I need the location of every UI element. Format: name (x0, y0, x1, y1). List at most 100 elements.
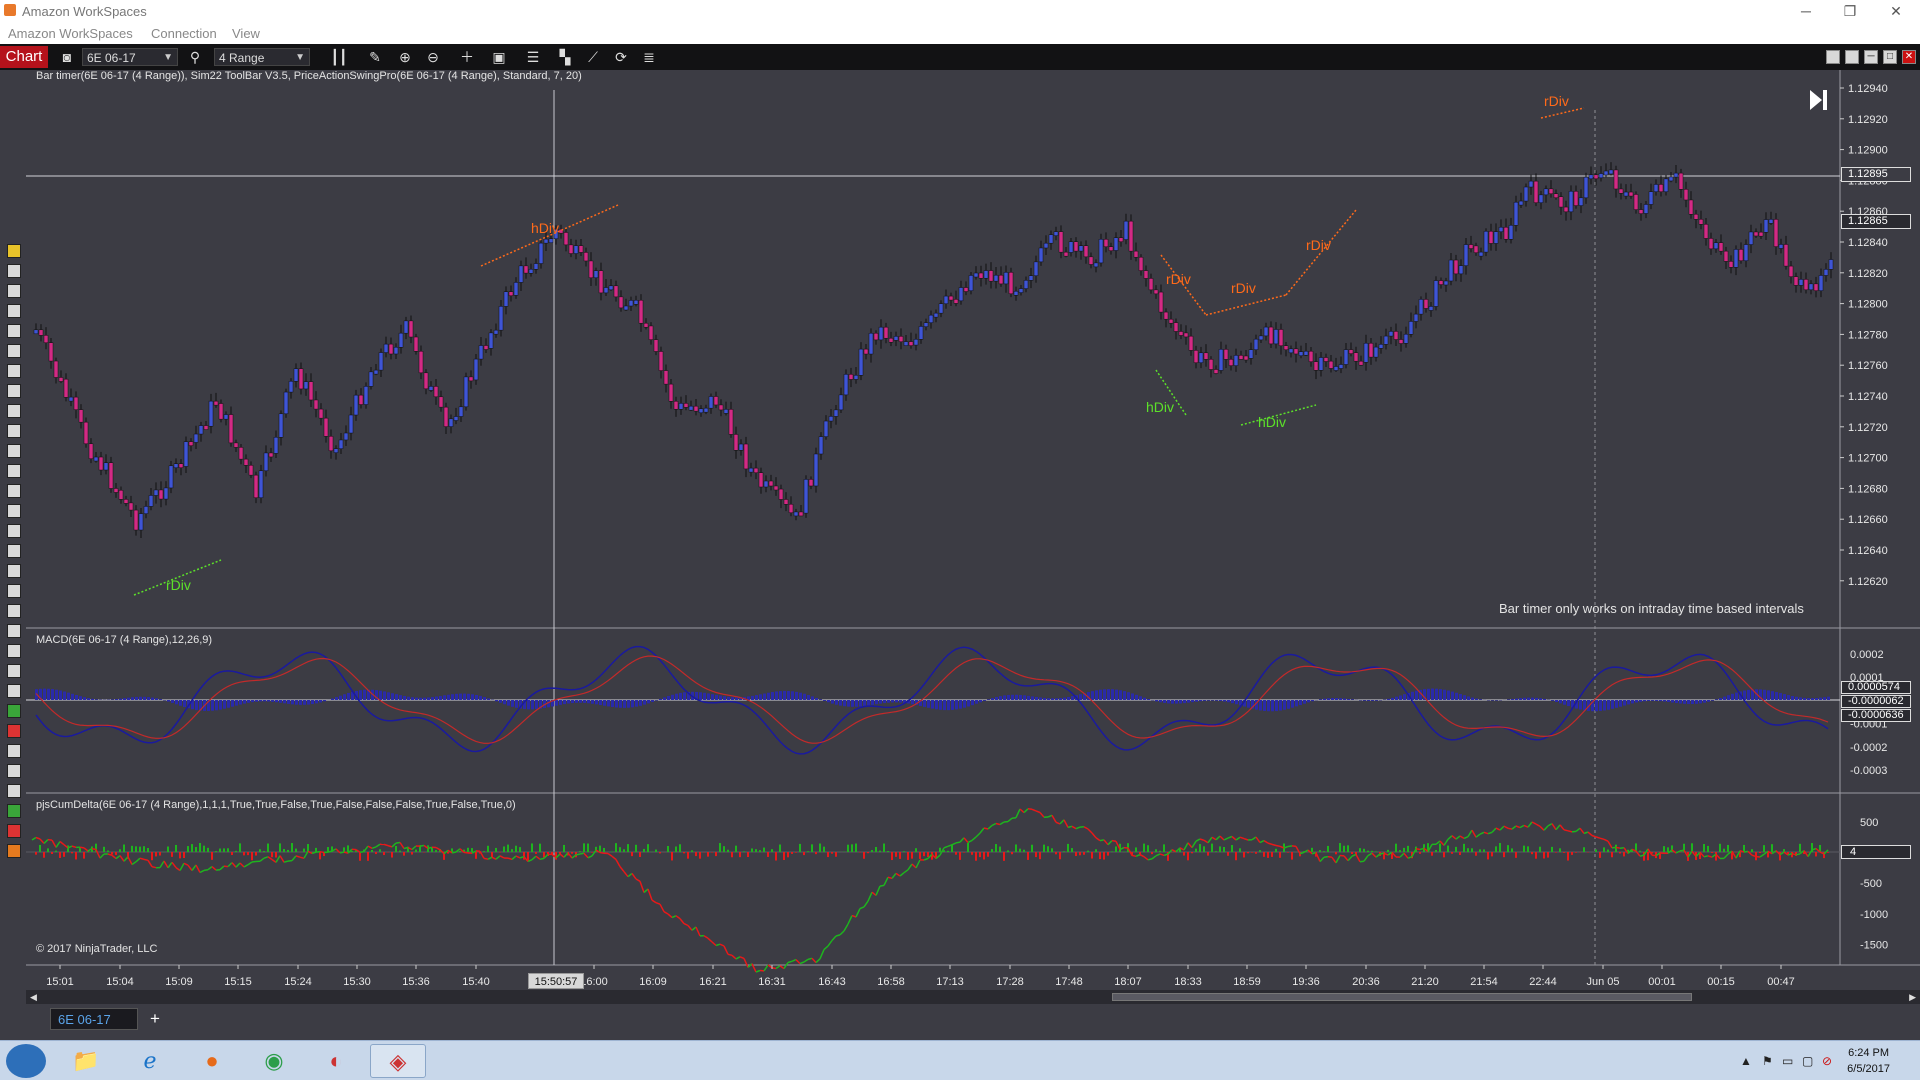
horizontal-scrollbar[interactable]: ◀ ▶ (26, 990, 1920, 1004)
ie-icon[interactable]: ℯ (122, 1044, 178, 1078)
cum-delta-segment (1331, 856, 1337, 864)
cum-delta-segment (799, 961, 805, 965)
highlight-tool-icon[interactable] (7, 244, 21, 258)
strategies-icon[interactable]: ▚ (556, 49, 574, 65)
diamond-icon[interactable] (7, 744, 21, 758)
macd-hist-bar (699, 692, 702, 700)
triangle-up-icon[interactable] (7, 804, 21, 818)
snap-mode-icon[interactable] (7, 304, 21, 318)
candle-body (413, 336, 419, 352)
chart-close-button[interactable]: ✕ (1902, 50, 1916, 64)
delta-bar (135, 846, 137, 852)
horizontal-line-icon[interactable] (7, 364, 21, 378)
minimize-button[interactable]: ─ (1784, 1, 1828, 21)
macd-hist-bar (1283, 700, 1286, 710)
candle-body (1608, 169, 1614, 175)
refresh-icon[interactable]: ⟳ (612, 49, 630, 65)
search-icon[interactable]: ⚲ (186, 49, 204, 65)
fib-time-icon[interactable] (7, 484, 21, 498)
flag-icon[interactable]: ⚑ (1762, 1054, 1773, 1068)
delta-bar (1199, 844, 1201, 852)
macd-hist-bar (1527, 697, 1530, 700)
chart-menu-button[interactable]: Chart (0, 46, 48, 68)
ellipse-icon[interactable] (7, 604, 21, 618)
arrow-line-icon[interactable] (7, 324, 21, 338)
chrome-icon[interactable]: ◉ (246, 1044, 302, 1078)
indicators-icon[interactable]: ⟋ (584, 49, 602, 65)
instrument-select[interactable]: 6E 06-17 ▼ (82, 48, 178, 66)
line-icon[interactable] (7, 404, 21, 418)
arc-icon[interactable] (7, 664, 21, 678)
cum-delta-segment (719, 943, 725, 947)
chart-area[interactable]: rDiv hDiv hDiv rDiv rDiv rDiv rDiv hDiv 1.12940… (26, 70, 1920, 1000)
menu-connection[interactable]: Connection (151, 26, 217, 41)
dot-icon[interactable] (7, 764, 21, 778)
camera-icon[interactable]: ◙ (58, 49, 76, 65)
menu-view[interactable]: View (232, 26, 260, 41)
window-tile-icon[interactable] (1826, 50, 1840, 64)
bars-icon[interactable]: ┃┃ (330, 49, 348, 65)
scroll-to-end-icon[interactable] (1810, 90, 1827, 110)
delta-bar (855, 843, 857, 852)
scrollbar-thumb[interactable] (1112, 993, 1692, 1001)
ninjatrader-icon[interactable]: ◈ (370, 1044, 426, 1078)
fib-extension-icon[interactable] (7, 464, 21, 478)
triangle-icon[interactable] (7, 644, 21, 658)
macd-hist-bar (1823, 697, 1826, 700)
zoom-in-icon[interactable]: ⊕ (396, 49, 414, 65)
start-button[interactable] (6, 1044, 46, 1078)
rectangle-icon[interactable] (7, 624, 21, 638)
time-tick-label: 15:24 (284, 976, 312, 988)
arrow-down-icon[interactable] (7, 724, 21, 738)
fib-retracement-icon[interactable] (7, 444, 21, 458)
firefox-icon[interactable]: ● (184, 1044, 240, 1078)
display-icon[interactable]: ▢ (1802, 1054, 1813, 1068)
text-icon[interactable] (7, 684, 21, 698)
zoom-out-icon[interactable]: ⊖ (424, 49, 442, 65)
scroll-right-icon[interactable]: ▶ (1909, 992, 1916, 1003)
list-icon[interactable]: ≣ (640, 49, 658, 65)
stay-in-draw-icon[interactable] (7, 284, 21, 298)
triangle-down-icon[interactable] (7, 824, 21, 838)
app-icon[interactable]: ◐ (308, 1044, 364, 1078)
pencil-icon[interactable]: ✎ (366, 49, 384, 65)
candle-body (673, 401, 679, 410)
tray-chevron-icon[interactable]: ▲ (1740, 1054, 1752, 1068)
volume-icon[interactable]: ⊘ (1822, 1054, 1832, 1068)
chart-canvas[interactable]: rDivhDivhDivrDivrDivrDivrDivhDiv 1.12940… (26, 70, 1920, 990)
cum-delta-segment (1359, 860, 1365, 863)
regression-channel-icon[interactable] (7, 564, 21, 578)
cum-delta-segment (623, 871, 629, 878)
window-restore-icon[interactable] (1845, 50, 1859, 64)
maximize-button[interactable]: ❐ (1828, 1, 1872, 21)
delta-bar (759, 850, 761, 852)
vertical-line-icon[interactable] (7, 424, 21, 438)
scroll-left-icon[interactable]: ◀ (30, 992, 37, 1003)
andrews-pitchfork-icon[interactable] (7, 524, 21, 538)
arrow-up-icon[interactable] (7, 704, 21, 718)
properties-icon[interactable]: ☰ (524, 49, 542, 65)
menu-amazon-workspaces[interactable]: Amazon WorkSpaces (8, 26, 133, 41)
crosshair-icon[interactable]: ＋ (458, 49, 476, 65)
gann-fan-icon[interactable] (7, 544, 21, 558)
interval-select[interactable]: 4 Range ▼ (214, 48, 310, 66)
data-box-icon[interactable]: ▣ (490, 49, 508, 65)
ray-icon[interactable] (7, 384, 21, 398)
remove-drawings-icon[interactable] (7, 264, 21, 278)
add-tab-button[interactable]: + (144, 1008, 166, 1030)
delta-bar (1039, 852, 1041, 860)
explorer-icon[interactable]: 📁 (58, 1044, 114, 1078)
delta-bar (1019, 848, 1021, 852)
square-icon[interactable] (7, 784, 21, 798)
trend-channel-icon[interactable] (7, 584, 21, 598)
chart-minimize-button[interactable]: ─ (1864, 50, 1878, 64)
macd-hist-bar (1563, 700, 1566, 705)
system-clock[interactable]: 6:24 PM 6/5/2017 (1847, 1045, 1890, 1077)
fib-circle-icon[interactable] (7, 504, 21, 518)
tab-6e-06-17[interactable]: 6E 06-17 (50, 1008, 138, 1030)
network-icon[interactable]: ▭ (1782, 1054, 1793, 1068)
ruler-icon[interactable] (7, 844, 21, 858)
chart-maximize-button[interactable]: □ (1883, 50, 1897, 64)
extended-line-icon[interactable] (7, 344, 21, 358)
close-button[interactable]: ✕ (1874, 1, 1918, 21)
